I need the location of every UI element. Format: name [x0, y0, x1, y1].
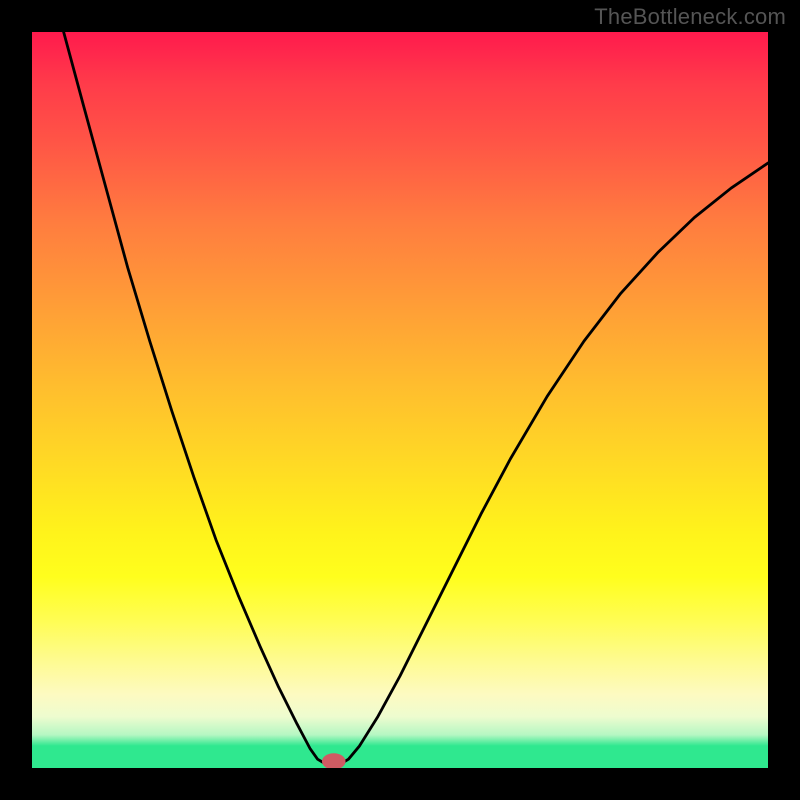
bottleneck-curve	[64, 32, 768, 764]
chart-frame: TheBottleneck.com	[0, 0, 800, 800]
plot-area	[32, 32, 768, 768]
chart-svg	[32, 32, 768, 768]
optimal-point-marker	[322, 753, 346, 768]
watermark-text: TheBottleneck.com	[594, 4, 786, 30]
